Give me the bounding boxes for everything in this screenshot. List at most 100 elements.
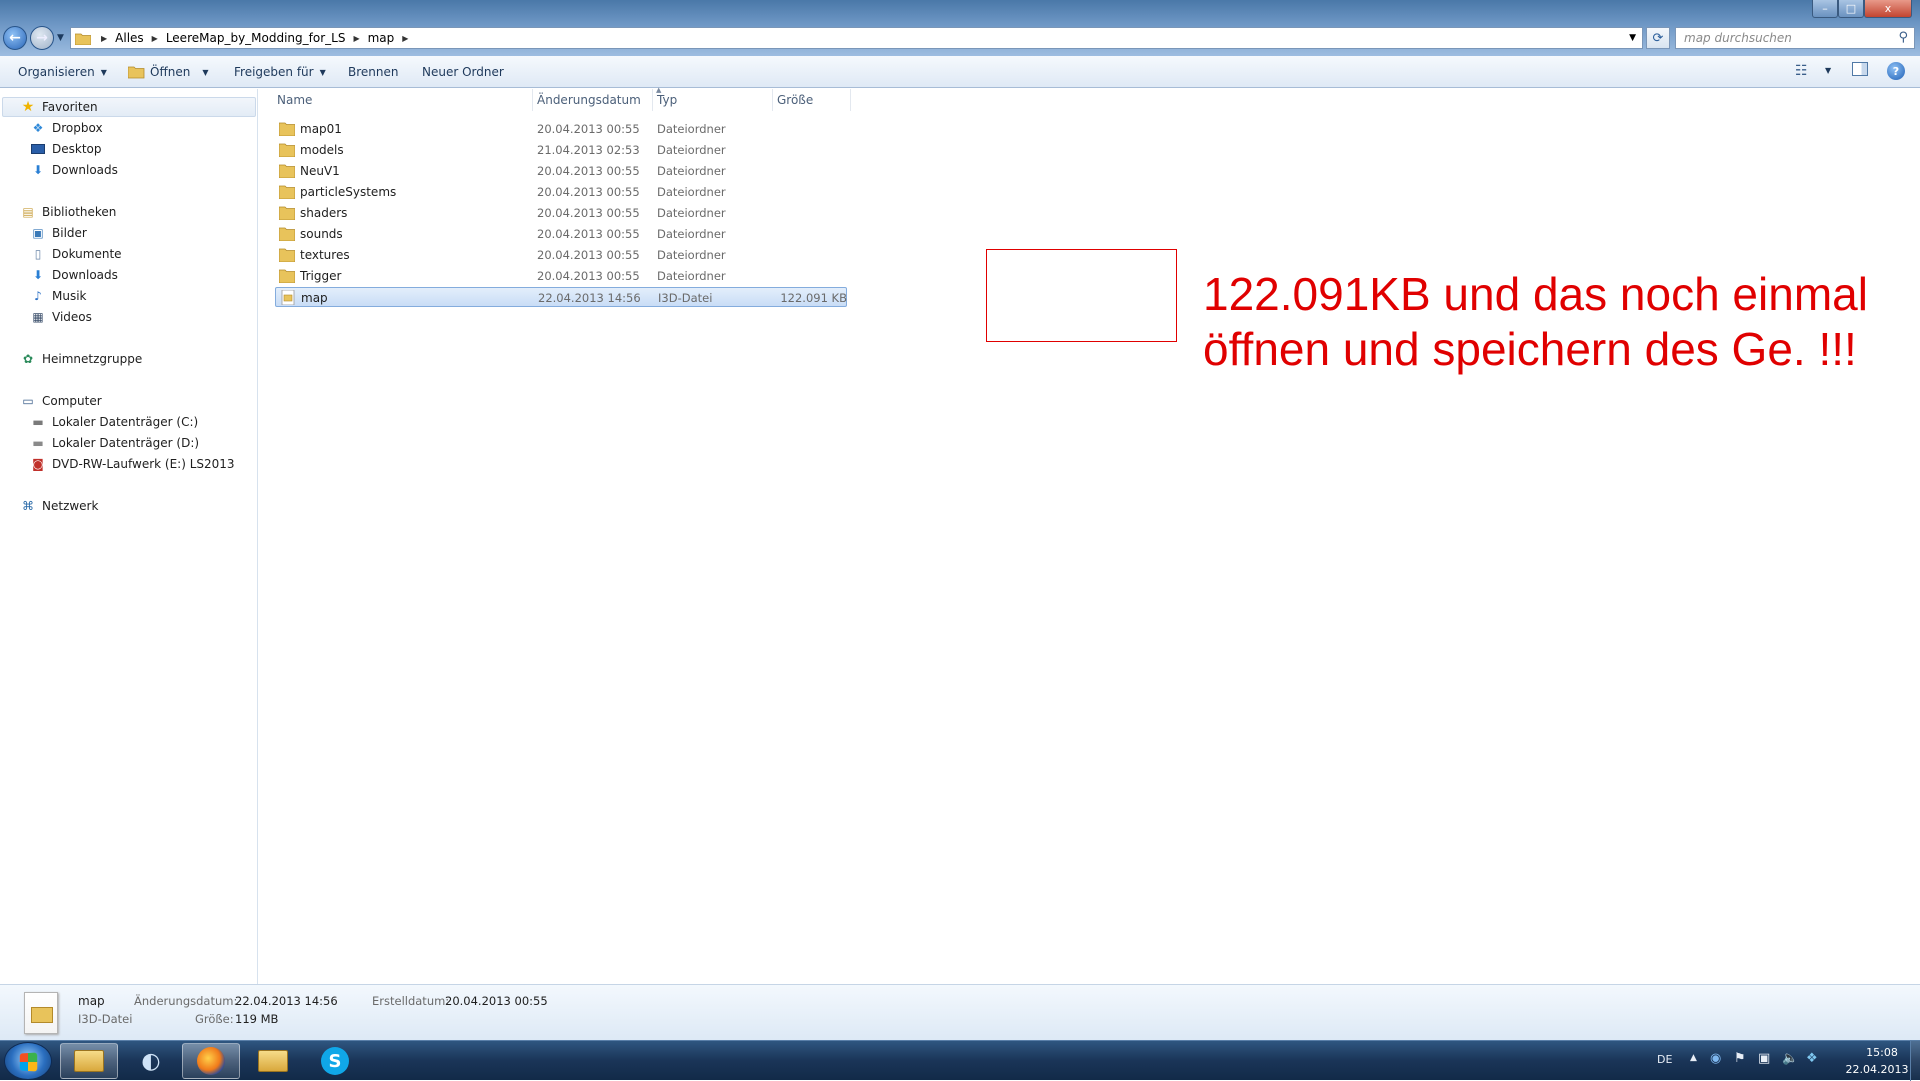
nav-favorites[interactable]: ★ Favoriten xyxy=(20,97,98,117)
breadcrumb-alles[interactable]: Alles xyxy=(115,31,144,45)
forward-button[interactable]: → xyxy=(30,26,54,50)
help-icon[interactable]: ? xyxy=(1887,62,1905,80)
nav-libraries[interactable]: ▤ Bibliotheken xyxy=(20,202,116,222)
details-file-name: map xyxy=(78,994,105,1008)
taskbar-media-center[interactable]: ◐ xyxy=(122,1043,180,1079)
minimize-button[interactable]: – xyxy=(1812,0,1838,18)
computer-icon: ▭ xyxy=(22,394,34,408)
annotation-line: 122.091KB und das noch einmal xyxy=(1203,268,1868,320)
burn-button[interactable]: Brennen xyxy=(348,56,398,88)
file-name: particleSystems xyxy=(300,185,397,199)
refresh-button[interactable]: ⟳ xyxy=(1646,27,1670,49)
nav-label: Lokaler Datenträger (C:) xyxy=(52,415,199,429)
chevron-right-icon[interactable]: ▶ xyxy=(353,34,359,43)
details-modified-label: Änderungsdatum: xyxy=(134,994,238,1008)
nav-homegroup[interactable]: ✿ Heimnetzgruppe xyxy=(20,349,142,369)
nav-item-desktop[interactable]: Desktop xyxy=(30,139,102,159)
desktop-icon xyxy=(30,141,46,157)
show-hidden-icons-icon[interactable]: ▲ xyxy=(1690,1053,1697,1063)
nav-item-documents[interactable]: ▯ Dokumente xyxy=(30,244,122,264)
taskbar-explorer[interactable] xyxy=(60,1043,118,1079)
taskbar-firefox[interactable] xyxy=(182,1043,240,1079)
volume-icon[interactable]: 🔈 xyxy=(1782,1051,1798,1066)
list-item[interactable]: models 21.04.2013 02:53 Dateiordner xyxy=(275,140,1108,160)
nav-item-drive-c[interactable]: ▬ Lokaler Datenträger (C:) xyxy=(30,412,198,432)
list-item[interactable]: textures 20.04.2013 00:55 Dateiordner xyxy=(275,245,1108,265)
taskbar: ◐ S DE ▲ ◉ ⚑ ▣ 🔈 ❖ 15:08 22.04.2013 xyxy=(0,1040,1920,1081)
clock-date[interactable]: 22.04.2013 xyxy=(1842,1063,1912,1076)
column-header-name[interactable]: Name xyxy=(259,89,533,111)
nav-label: Dropbox xyxy=(52,121,103,135)
list-item[interactable]: map01 20.04.2013 00:55 Dateiordner xyxy=(275,119,1108,139)
show-desktop-button[interactable] xyxy=(1910,1041,1920,1081)
taskbar-explorer-folder[interactable] xyxy=(244,1043,302,1079)
search-input[interactable]: map durchsuchen ⚲ xyxy=(1675,27,1915,49)
folder-icon xyxy=(279,164,295,178)
nav-network[interactable]: ⌘ Netzwerk xyxy=(20,496,98,516)
language-indicator[interactable]: DE xyxy=(1657,1053,1672,1066)
file-date: 20.04.2013 00:55 xyxy=(537,248,640,262)
file-date: 20.04.2013 00:55 xyxy=(537,164,640,178)
clock-time[interactable]: 15:08 xyxy=(1852,1046,1912,1059)
recent-pages-dropdown[interactable]: ▼ xyxy=(57,33,64,43)
folder-icon xyxy=(279,248,295,262)
folder-icon xyxy=(279,227,295,241)
file-type: Dateiordner xyxy=(657,206,726,220)
nav-item-drive-d[interactable]: ▬ Lokaler Datenträger (D:) xyxy=(30,433,199,453)
preview-pane-icon[interactable] xyxy=(1852,62,1868,76)
column-header-date[interactable]: Änderungsdatum xyxy=(533,89,653,111)
nav-computer[interactable]: ▭ Computer xyxy=(20,391,101,411)
folder-icon xyxy=(279,185,295,199)
nav-item-pictures[interactable]: ▣ Bilder xyxy=(30,223,87,243)
list-item[interactable]: shaders 20.04.2013 00:55 Dateiordner xyxy=(275,203,1108,223)
nav-item-lib-downloads[interactable]: ⬇ Downloads xyxy=(30,265,118,285)
close-button[interactable]: x xyxy=(1864,0,1912,18)
view-options-icon[interactable]: ☷ xyxy=(1795,63,1808,79)
file-name: models xyxy=(300,143,344,157)
column-header-size[interactable]: Größe xyxy=(773,89,851,111)
network-status-icon[interactable]: ▣ xyxy=(1758,1051,1770,1066)
nav-item-dvd-drive[interactable]: ◙ DVD-RW-Laufwerk (E:) LS2013 xyxy=(30,454,234,474)
nav-item-dropbox[interactable]: ❖ Dropbox xyxy=(30,118,103,138)
chevron-down-icon[interactable]: ▼ xyxy=(1629,33,1636,43)
organize-button[interactable]: Organisieren ▼ xyxy=(18,56,107,88)
breadcrumb-map[interactable]: map xyxy=(368,31,395,45)
list-item[interactable]: NeuV1 20.04.2013 00:55 Dateiordner xyxy=(275,161,1108,181)
list-item[interactable]: sounds 20.04.2013 00:55 Dateiordner xyxy=(275,224,1108,244)
navigation-pane: ★ Favoriten ❖ Dropbox Desktop ⬇ Downloads ▤… xyxy=(0,89,258,985)
search-icon[interactable]: ⚲ xyxy=(1898,30,1908,45)
column-header-type[interactable]: Typ xyxy=(653,89,773,111)
nav-item-downloads[interactable]: ⬇ Downloads xyxy=(30,160,118,180)
share-button[interactable]: Freigeben für ▼ xyxy=(234,56,326,88)
column-label: Änderungsdatum xyxy=(537,93,641,107)
file-date: 21.04.2013 02:53 xyxy=(537,143,640,157)
maximize-button[interactable]: □ xyxy=(1838,0,1864,18)
action-center-flag-icon[interactable]: ⚑ xyxy=(1734,1051,1746,1066)
address-bar[interactable]: ▶ Alles ▶ LeereMap_by_Modding_for_LS ▶ m… xyxy=(70,27,1643,49)
open-button[interactable]: Öffnen ▼ xyxy=(128,56,208,88)
back-button[interactable]: ← xyxy=(3,26,27,50)
details-created-value: 20.04.2013 00:55 xyxy=(445,994,548,1008)
nav-item-music[interactable]: ♪ Musik xyxy=(30,286,86,306)
new-folder-button[interactable]: Neuer Ordner xyxy=(422,56,504,88)
dropbox-tray-icon[interactable]: ❖ xyxy=(1806,1051,1818,1066)
nav-label: Downloads xyxy=(52,163,118,177)
dropbox-icon: ❖ xyxy=(32,121,44,135)
chevron-right-icon[interactable]: ▶ xyxy=(152,34,158,43)
drive-icon: ▬ xyxy=(32,415,44,429)
tray-app-icon[interactable]: ◉ xyxy=(1710,1051,1721,1066)
list-item[interactable]: Trigger 20.04.2013 00:55 Dateiordner xyxy=(275,266,1108,286)
list-item-selected[interactable]: map 22.04.2013 14:56 I3D-Datei 122.091 K… xyxy=(275,287,847,307)
chevron-right-icon[interactable]: ▶ xyxy=(402,34,408,43)
start-button[interactable] xyxy=(4,1042,52,1080)
breadcrumb-leeremap[interactable]: LeereMap_by_Modding_for_LS xyxy=(166,31,346,45)
taskbar-skype[interactable]: S xyxy=(306,1043,364,1079)
chevron-down-icon[interactable]: ▼ xyxy=(1825,66,1831,75)
annotation-highlight-box xyxy=(986,249,1177,342)
nav-item-videos[interactable]: ▦ Videos xyxy=(30,307,92,327)
media-center-icon: ◐ xyxy=(141,1048,161,1074)
firefox-icon xyxy=(197,1047,225,1075)
file-name: textures xyxy=(300,248,350,262)
details-created-label: Erstelldatum: xyxy=(372,994,450,1008)
list-item[interactable]: particleSystems 20.04.2013 00:55 Dateior… xyxy=(275,182,1108,202)
